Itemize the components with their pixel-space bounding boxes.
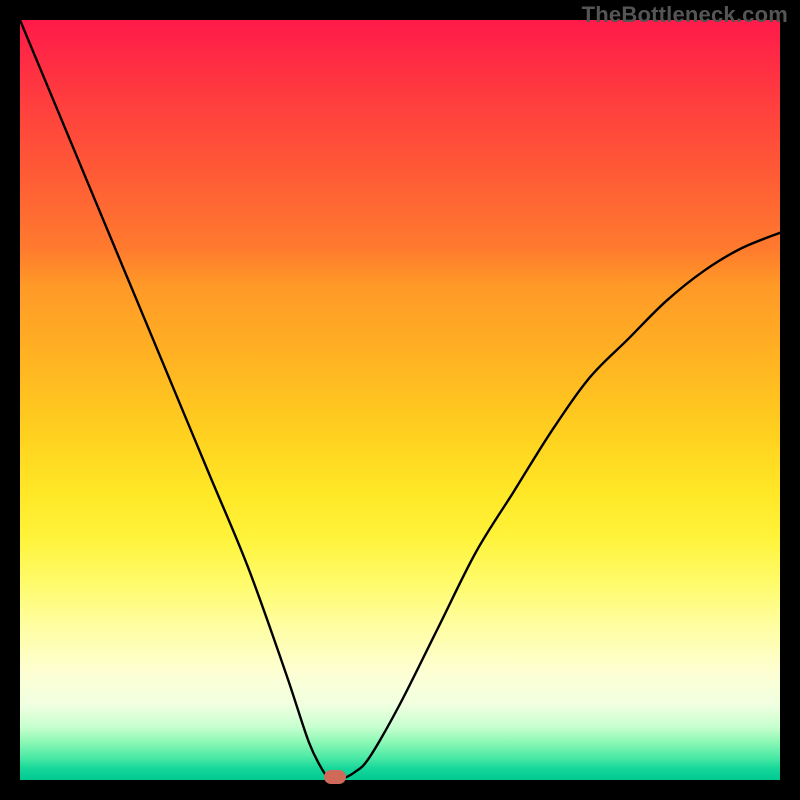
bottleneck-curve [0, 0, 800, 800]
minimum-marker [324, 770, 346, 784]
outer-frame: TheBottleneck.com [0, 0, 800, 800]
watermark-text: TheBottleneck.com [582, 2, 788, 28]
